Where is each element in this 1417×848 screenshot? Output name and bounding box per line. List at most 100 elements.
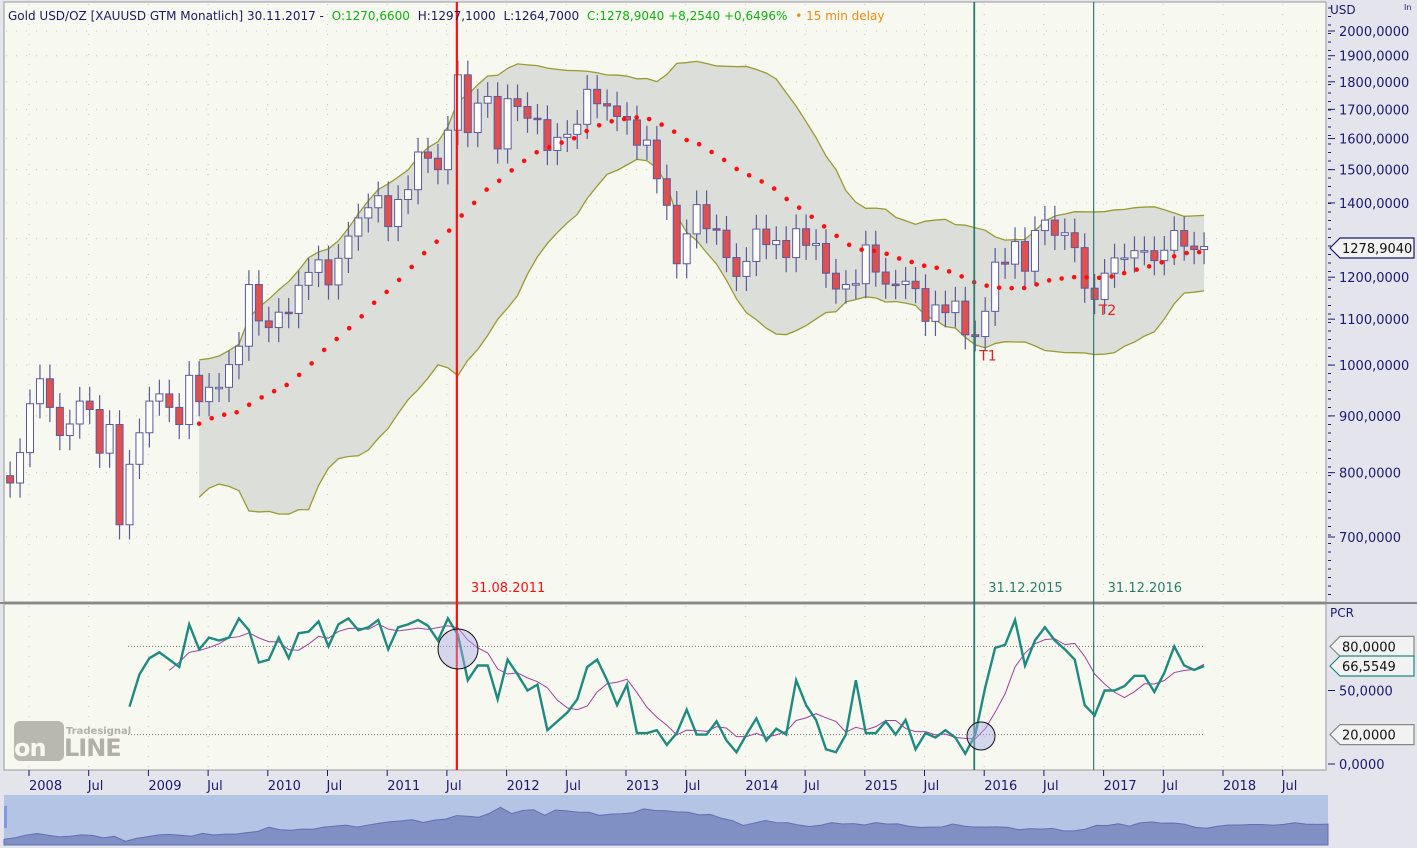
candle-body	[244, 284, 253, 347]
sma-dot	[884, 251, 889, 257]
candle-body	[1080, 247, 1089, 289]
sma-dot	[1096, 275, 1102, 281]
sma-dot	[384, 289, 389, 295]
candle-body	[1030, 230, 1039, 272]
sma-dot	[934, 265, 939, 271]
header-delay: • 15 min delay	[795, 9, 884, 23]
sma-dot	[484, 187, 489, 192]
indicator-panel[interactable]	[3, 603, 1327, 771]
sma-dot	[496, 178, 502, 184]
navigator-handle[interactable]	[4, 806, 7, 828]
sma-dot	[721, 157, 727, 163]
candle-body	[225, 364, 233, 388]
price-tick-label: 1400,0000	[1339, 197, 1409, 212]
sma-dot	[1134, 267, 1139, 272]
price-tick-label: 1500,0000	[1339, 164, 1409, 179]
time-tick-label: Jul	[564, 779, 581, 794]
sma-dot	[209, 415, 214, 421]
sma-dot	[221, 412, 227, 418]
sma-dot	[871, 248, 877, 254]
highlight-circle-2011	[437, 628, 479, 670]
price-tick-label: 1800,0000	[1339, 76, 1409, 91]
sma-dot	[746, 172, 752, 178]
sma-dot	[321, 347, 327, 353]
candle-body	[1200, 246, 1209, 251]
sma-dot	[196, 421, 202, 426]
time-tick-label: 2017	[1104, 779, 1137, 794]
candle-body	[165, 393, 174, 408]
candle-body	[613, 105, 622, 117]
candle-body	[1070, 232, 1079, 249]
candle-body	[1180, 230, 1189, 247]
candle-body	[593, 88, 602, 105]
candle-body	[911, 280, 920, 290]
sma-dot	[921, 263, 927, 269]
sma-dot	[846, 242, 852, 248]
candle-body	[1040, 219, 1049, 232]
chart-canvas[interactable]: Tradesignal on LINE 31.08.2011 31.12.2015…	[0, 0, 1417, 848]
sma-dot	[446, 228, 452, 233]
pcr-level-label: 80,0000	[1342, 640, 1396, 655]
candle-body	[971, 334, 980, 338]
sma-dot	[246, 402, 252, 408]
sma-dot	[734, 166, 739, 172]
candle-body	[45, 378, 54, 408]
sma-dot	[309, 361, 314, 366]
time-tick-label: 2010	[268, 779, 301, 794]
candle-body	[941, 304, 950, 314]
candle-body	[65, 423, 74, 437]
time-tick-label: Jul	[87, 779, 104, 794]
candle-body	[424, 151, 432, 159]
candle-body	[314, 259, 323, 273]
sma-dot	[509, 168, 514, 173]
sma-dot	[1109, 274, 1114, 279]
annotation-t1: T1	[978, 348, 996, 364]
candle-body	[742, 260, 751, 277]
sma-dot	[284, 382, 289, 388]
candle-body	[1160, 249, 1169, 262]
sma-dot	[334, 336, 339, 342]
candle-body	[105, 424, 114, 454]
candle-body	[85, 400, 94, 410]
sma-dot	[709, 149, 714, 155]
price-tick-label: 1700,0000	[1339, 103, 1409, 118]
candle-body	[1130, 250, 1139, 259]
sma-dot	[459, 213, 464, 218]
candle-body	[642, 139, 651, 146]
time-tick-label: Jul	[1042, 779, 1059, 794]
candle-body	[414, 151, 423, 191]
time-tick-label: 2008	[29, 779, 62, 794]
candle-body	[1170, 230, 1179, 251]
price-tick-label: 2000,0000	[1339, 25, 1409, 40]
candle-body	[1050, 219, 1059, 236]
sma-dot	[371, 300, 377, 306]
sma-dot	[1159, 260, 1164, 265]
candle-body	[205, 386, 214, 403]
candle-body	[961, 300, 970, 336]
time-tick-label: Jul	[445, 779, 462, 794]
marker-date-label: 31.12.2016	[1108, 581, 1182, 596]
candle-body	[374, 195, 383, 209]
price-tick-label: 1000,0000	[1339, 359, 1409, 374]
sma-dot	[984, 283, 989, 288]
sma-dot	[821, 224, 827, 229]
time-tick-label: 2013	[626, 779, 659, 794]
sma-dot	[684, 137, 689, 143]
sma-dot	[546, 144, 552, 150]
sma-dot	[271, 388, 277, 394]
sma-dot	[1146, 264, 1152, 269]
sma-dot	[359, 314, 364, 319]
candle-body	[404, 189, 413, 200]
header-low: L:1264,7000	[504, 9, 580, 23]
header-open: O:1270,6600	[332, 9, 410, 23]
candle-body	[951, 300, 960, 314]
candle-body	[274, 311, 283, 329]
sma-dot	[646, 116, 652, 122]
candle-body	[344, 235, 353, 259]
candle-body	[1001, 261, 1010, 265]
candle-body	[1110, 257, 1119, 274]
candle-body	[185, 374, 194, 426]
candle-body	[284, 311, 293, 315]
header-close: C:1278,9040 +8,2540 +0,6496%	[587, 9, 787, 23]
candle-body	[1140, 250, 1149, 253]
